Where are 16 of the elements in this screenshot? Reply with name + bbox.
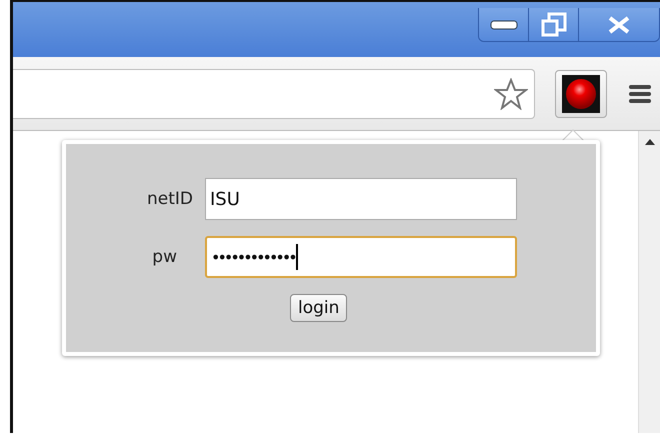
- restore-icon: [540, 12, 566, 38]
- star-icon[interactable]: [494, 78, 528, 110]
- scrollbar[interactable]: [638, 131, 660, 433]
- close-icon: [608, 16, 630, 34]
- login-button[interactable]: login: [290, 294, 348, 322]
- close-button[interactable]: [579, 8, 659, 41]
- menu-icon[interactable]: [629, 82, 651, 104]
- scroll-up-arrow-icon[interactable]: [644, 139, 654, 145]
- password-field[interactable]: •••••••••••••: [205, 236, 517, 278]
- minimize-icon: [490, 20, 518, 30]
- minimize-button[interactable]: [479, 8, 529, 41]
- text-field[interactable]: ISU: [205, 178, 517, 220]
- field-label: pw: [151, 247, 178, 267]
- field-label: netID: [146, 189, 193, 209]
- restore-button[interactable]: [529, 8, 579, 41]
- extension-button[interactable]: [555, 70, 607, 118]
